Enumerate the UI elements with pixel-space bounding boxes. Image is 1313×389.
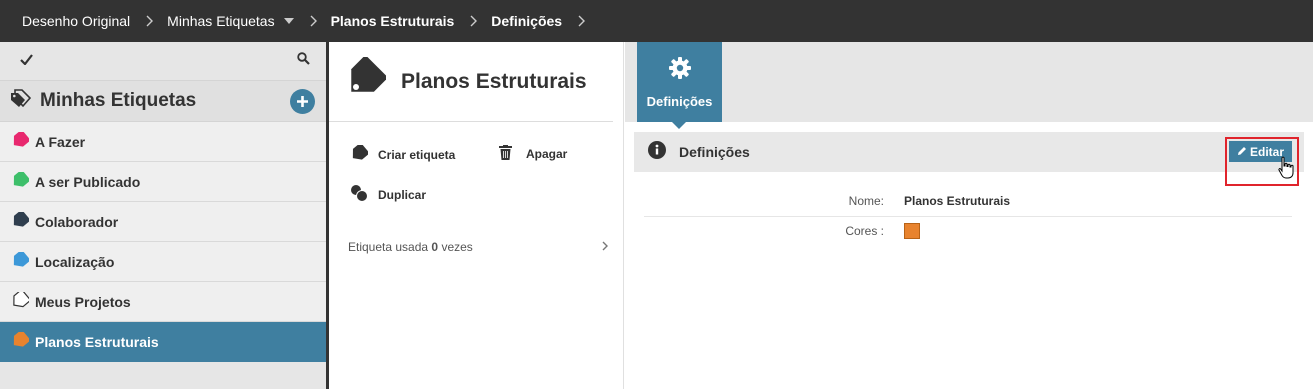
tags-icon — [10, 88, 32, 114]
tab-bar: Definições — [625, 42, 1313, 129]
add-tag-button[interactable] — [290, 89, 315, 114]
checkmark-icon[interactable] — [20, 52, 33, 70]
settings-panel: Definições Definições Editar Nome: Plano… — [625, 42, 1313, 389]
delete-button[interactable]: Apagar — [499, 145, 567, 163]
tag-usage-text: Etiqueta usada 0 vezes — [348, 240, 473, 254]
sidebar: Minhas Etiquetas A Fazer A ser Publicado… — [0, 42, 329, 389]
tag-detail-panel: Planos Estruturais Criar etiqueta Apagar… — [329, 42, 624, 389]
breadcrumb: Desenho Original Minhas Etiquetas Planos… — [0, 0, 1313, 42]
breadcrumb-item-minhas-etiquetas[interactable]: Minhas Etiquetas — [167, 13, 294, 29]
field-label-colors: Cores : — [845, 224, 884, 238]
color-swatch — [904, 223, 920, 239]
chevron-right-icon — [146, 15, 154, 27]
hand-cursor-icon — [1277, 156, 1295, 185]
tag-list: A Fazer A ser Publicado Colaborador Loca… — [0, 122, 326, 362]
sidebar-item-a-fazer[interactable]: A Fazer — [0, 122, 326, 162]
tag-icon — [11, 209, 31, 231]
breadcrumb-item-planos-estruturais[interactable]: Planos Estruturais — [331, 13, 455, 29]
sidebar-item-localizacao[interactable]: Localização — [0, 242, 326, 282]
page-title: Planos Estruturais — [401, 69, 587, 93]
sidebar-toolbar — [0, 42, 326, 80]
create-tag-button[interactable]: Criar etiqueta — [350, 142, 455, 164]
sidebar-item-meus-projetos[interactable]: Meus Projetos — [0, 282, 326, 322]
tab-definicoes[interactable]: Definições — [637, 42, 722, 122]
sidebar-item-colaborador[interactable]: Colaborador — [0, 202, 326, 242]
tag-actions: Criar etiqueta Apagar Duplicar — [329, 122, 623, 222]
pencil-icon — [1237, 145, 1247, 159]
tag-icon — [11, 129, 31, 151]
section-title: Definições — [679, 144, 750, 160]
duplicate-icon — [350, 184, 368, 205]
sidebar-header: Minhas Etiquetas — [0, 80, 326, 122]
trash-icon — [499, 145, 512, 163]
field-name: Nome: Planos Estruturais — [644, 194, 1292, 217]
chevron-right-icon — [578, 15, 586, 27]
tag-icon — [350, 142, 370, 164]
caret-down-icon[interactable] — [283, 18, 294, 24]
tag-icon — [11, 169, 31, 191]
sidebar-item-planos-estruturais[interactable]: Planos Estruturais — [0, 322, 326, 362]
section-header: Definições — [634, 132, 1304, 172]
tag-icon — [11, 329, 31, 351]
duplicate-button[interactable]: Duplicar — [350, 184, 426, 205]
tab-pointer — [672, 122, 686, 129]
field-label-name: Nome: — [848, 194, 884, 208]
tag-usage-link[interactable]: Etiqueta usada 0 vezes — [348, 240, 608, 254]
search-icon[interactable] — [297, 52, 310, 70]
gear-icon — [668, 56, 692, 85]
tag-icon — [11, 249, 31, 271]
breadcrumb-item-desenho-original[interactable]: Desenho Original — [22, 13, 130, 29]
tag-icon — [11, 288, 32, 311]
info-icon — [648, 140, 666, 164]
tag-icon — [342, 54, 389, 106]
tag-header: Planos Estruturais — [329, 42, 613, 122]
sidebar-title: Minhas Etiquetas — [40, 90, 197, 111]
chevron-right-icon — [602, 240, 608, 254]
chevron-right-icon — [310, 15, 317, 27]
chevron-right-icon — [470, 15, 478, 27]
field-value-name: Planos Estruturais — [904, 194, 1011, 208]
breadcrumb-item-definicoes[interactable]: Definições — [491, 13, 562, 29]
sidebar-item-a-ser-publicado[interactable]: A ser Publicado — [0, 162, 326, 202]
